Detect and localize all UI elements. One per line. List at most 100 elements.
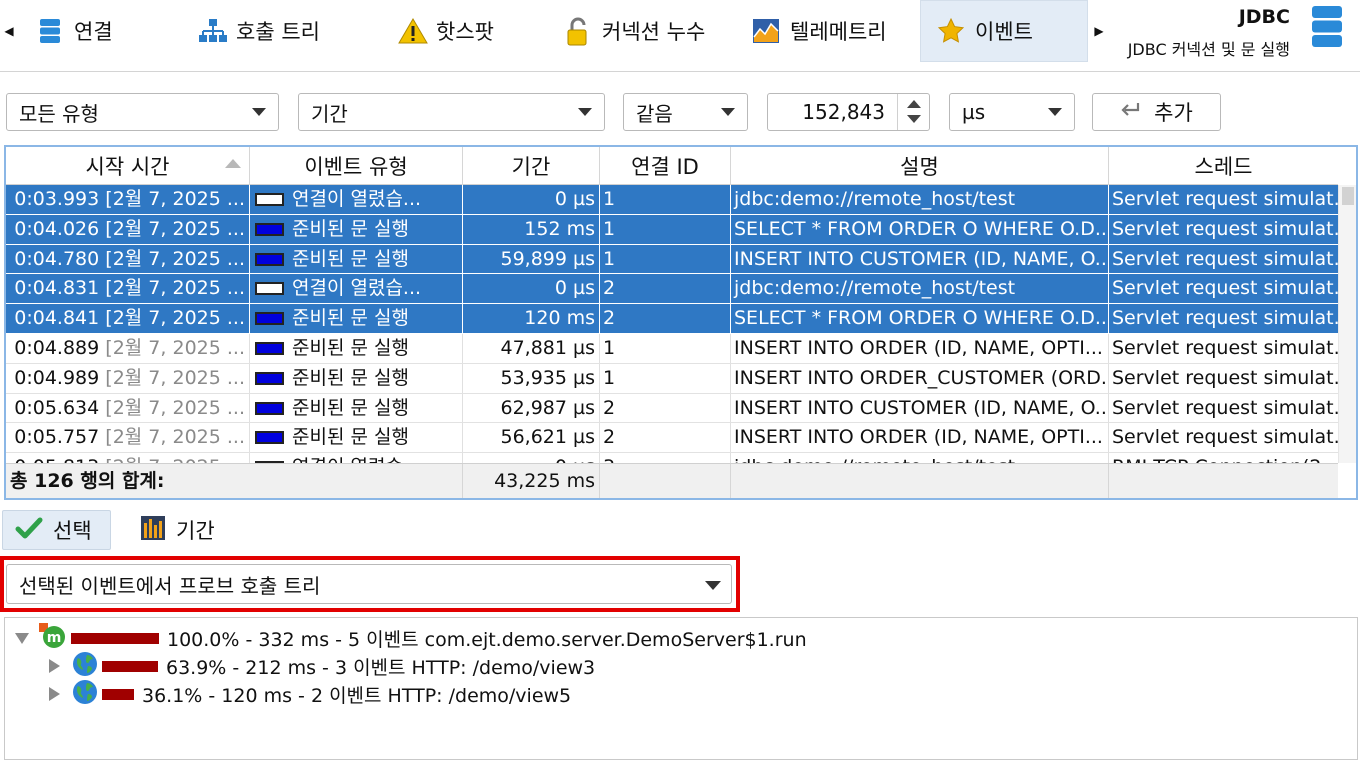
cell-start-time: 0:04.989 [2월 7, 2025 ... bbox=[6, 363, 250, 393]
column-header-connection-id[interactable]: 연결 ID bbox=[600, 147, 731, 185]
event-color-swatch bbox=[255, 341, 284, 355]
event-type-value: 준비된 문 실행 bbox=[292, 336, 409, 359]
cell-duration: 56,621 µs bbox=[463, 423, 600, 453]
globe-icon bbox=[72, 679, 98, 710]
column-header-label: 스레드 bbox=[1194, 155, 1253, 179]
start-time-value: 0:04.841 bbox=[14, 307, 100, 330]
share-bar bbox=[71, 632, 159, 644]
filter-operator-dropdown[interactable]: 같음 bbox=[623, 93, 748, 131]
event-color-swatch bbox=[255, 282, 284, 296]
table-row[interactable]: 0:04.026 [2월 7, 2025 ... 준비된 문 실행 152 ms 1 S… bbox=[6, 214, 1338, 245]
tree-node[interactable]: 36.1% - 120 ms - 2 이벤트 HTTP: /demo/view5 bbox=[49, 679, 572, 710]
column-header-duration[interactable]: 기간 bbox=[463, 147, 600, 185]
duration-view-button[interactable]: 기간 bbox=[128, 510, 227, 550]
cell-event-type: 연결이 열렸습... bbox=[250, 185, 463, 214]
tree-node[interactable]: 63.9% - 212 ms - 3 이벤트 HTTP: /demo/view3 bbox=[49, 651, 595, 680]
table-row[interactable]: 0:04.841 [2월 7, 2025 ... 준비된 문 실행 120 ms 2 S… bbox=[6, 304, 1338, 334]
spinner-buttons[interactable] bbox=[897, 94, 929, 130]
share-bar bbox=[102, 688, 134, 700]
table-footer: 총 126 행의 합계: 43,225 ms bbox=[6, 463, 1338, 498]
tree-node-label: 36.1% - 120 ms - 2 이벤트 HTTP: /demo/view5 bbox=[142, 684, 572, 707]
cell-thread: Servlet request simulat... bbox=[1112, 426, 1338, 449]
tab-telemetry[interactable]: 텔레메트리 bbox=[736, 0, 903, 62]
tree-mode-value: 선택된 이벤트에서 프로브 호출 트리 bbox=[19, 573, 321, 598]
tab-connection-leaks[interactable]: 커넥션 누수 bbox=[548, 0, 721, 62]
events-table[interactable]: 시작 시간 이벤트 유형 기간 연결 ID 설명 스레드 0:03.993 [2… bbox=[4, 145, 1358, 500]
tab-call-tree[interactable]: 호출 트리 bbox=[182, 0, 336, 62]
chevron-down-icon bbox=[252, 108, 266, 116]
probe-call-tree[interactable]: m 100.0% - 332 ms - 5 이벤트 com.ejt.demo.se… bbox=[4, 617, 1358, 760]
start-time-value: 0:05.757 bbox=[14, 426, 100, 449]
cell-description: SELECT * FROM ORDER O WHERE O.D... bbox=[731, 304, 1109, 333]
tab-connections[interactable]: 연결 bbox=[20, 0, 129, 62]
decrement-icon[interactable] bbox=[907, 115, 921, 123]
tab-events[interactable]: 이벤트 bbox=[920, 0, 1088, 62]
table-row[interactable]: 0:04.831 [2월 7, 2025 ... 연결이 열렸습... 0 µs 2 j… bbox=[6, 274, 1338, 305]
cell-start-time: 0:04.831 [2월 7, 2025 ... bbox=[6, 274, 250, 304]
cell-thread: Servlet request simulat... bbox=[1109, 214, 1338, 244]
table-row[interactable]: 0:05.757 [2월 7, 2025 ... 준비된 문 실행 56,621 µ… bbox=[6, 423, 1338, 454]
cell-duration: 0 µs bbox=[463, 274, 600, 304]
table-row[interactable]: 0:03.993 [2월 7, 2025 ... 연결이 열렸습... 0 µs 1 j… bbox=[6, 185, 1338, 215]
tree-node[interactable]: m 100.0% - 332 ms - 5 이벤트 com.ejt.demo.se… bbox=[15, 622, 807, 652]
cell-description: INSERT INTO ORDER (ID, NAME, OPTI... bbox=[731, 333, 1109, 363]
start-time-value: 0:03.993 bbox=[14, 188, 100, 210]
cell-duration: 47,881 µs bbox=[463, 333, 600, 363]
column-header-event-type[interactable]: 이벤트 유형 bbox=[250, 147, 463, 185]
cell-thread: Servlet request simulat... bbox=[1109, 185, 1338, 214]
filter-value-stepper[interactable]: 152,843 bbox=[767, 93, 930, 131]
tab-label: 핫스팟 bbox=[436, 20, 494, 44]
table-row[interactable]: 0:04.780 [2월 7, 2025 ... 준비된 문 실행 59,899 µ… bbox=[6, 244, 1338, 275]
cell-duration: 0 µs bbox=[463, 185, 600, 214]
cell-description: SELECT * FROM ORDER O WHERE O.D... bbox=[731, 214, 1109, 244]
cell-event-type: 준비된 문 실행 bbox=[250, 423, 463, 453]
event-color-swatch bbox=[255, 193, 284, 206]
filter-field-dropdown[interactable]: 기간 bbox=[298, 93, 605, 131]
increment-icon[interactable] bbox=[907, 100, 921, 108]
selection-view-button[interactable]: 선택 bbox=[2, 510, 111, 550]
table-row[interactable]: 0:04.989 [2월 7, 2025 ... 준비된 문 실행 53,935 µ… bbox=[6, 363, 1338, 394]
column-header-description[interactable]: 설명 bbox=[731, 147, 1109, 185]
filter-unit-value: µs bbox=[962, 100, 986, 124]
event-type-value: 준비된 문 실행 bbox=[292, 307, 409, 330]
tree-node-label: 100.0% - 332 ms - 5 이벤트 com.ejt.demo.ser… bbox=[167, 628, 807, 651]
column-header-label: 설명 bbox=[900, 155, 939, 179]
database-icon bbox=[36, 17, 64, 45]
table-row[interactable]: 0:05.634 [2월 7, 2025 ... 준비된 문 실행 62,987 µ… bbox=[6, 393, 1338, 424]
start-date-value: [2월 7, 2025 ... bbox=[99, 366, 245, 389]
collapse-icon[interactable] bbox=[15, 632, 29, 644]
table-row[interactable]: 0:05.813 [2월 7, 2025 ... 연결이 열렸습... 0 µs3j… bbox=[6, 453, 1338, 463]
tab-hotspots[interactable]: 핫스팟 bbox=[382, 0, 510, 62]
cell-event-type: 준비된 문 실행 bbox=[250, 333, 463, 363]
event-color-swatch bbox=[255, 222, 284, 236]
start-date-value: [2월 7, 2025 ... bbox=[99, 247, 245, 270]
scrollbar-thumb[interactable] bbox=[1342, 187, 1354, 205]
table-scrollbar[interactable] bbox=[1338, 185, 1356, 463]
add-filter-button[interactable]: 추가 bbox=[1092, 93, 1221, 131]
column-header-start-time[interactable]: 시작 시간 bbox=[6, 147, 250, 185]
tab-label: 연결 bbox=[74, 20, 113, 44]
event-color-swatch bbox=[255, 431, 284, 445]
warning-icon bbox=[398, 17, 428, 45]
cell-thread: Servlet request simulat... bbox=[1112, 366, 1338, 389]
cell-connection-id: 1 bbox=[600, 363, 731, 393]
tab-scroll-left-icon[interactable]: ◀ bbox=[0, 0, 18, 62]
cell-thread: Servlet request simulat... bbox=[1109, 244, 1338, 274]
cell-event-type: 준비된 문 실행 bbox=[250, 363, 463, 393]
event-type-dropdown[interactable]: 모든 유형 bbox=[6, 93, 279, 131]
duration-view-label: 기간 bbox=[176, 519, 215, 543]
table-row[interactable]: 0:04.889 [2월 7, 2025 ... 준비된 문 실행 47,881 µ… bbox=[6, 333, 1338, 364]
start-date-value: [2월 7, 2025 ... bbox=[99, 307, 245, 330]
tree-mode-dropdown[interactable]: 선택된 이벤트에서 프로브 호출 트리 bbox=[6, 564, 732, 604]
expand-icon[interactable] bbox=[49, 687, 60, 701]
start-time-value: 0:04.889 bbox=[14, 336, 100, 359]
event-type-value: 준비된 문 실행 bbox=[292, 217, 409, 240]
cell-start-time: 0:04.026 [2월 7, 2025 ... bbox=[6, 214, 250, 244]
expand-icon[interactable] bbox=[49, 659, 60, 673]
cell-event-type: 준비된 문 실행 bbox=[250, 393, 463, 423]
footer-cell bbox=[600, 464, 731, 498]
chevron-down-icon bbox=[705, 581, 721, 590]
filter-unit-dropdown[interactable]: µs bbox=[949, 93, 1075, 131]
column-header-thread[interactable]: 스레드 bbox=[1109, 147, 1338, 185]
cell-connection-id: 2 bbox=[600, 274, 731, 304]
